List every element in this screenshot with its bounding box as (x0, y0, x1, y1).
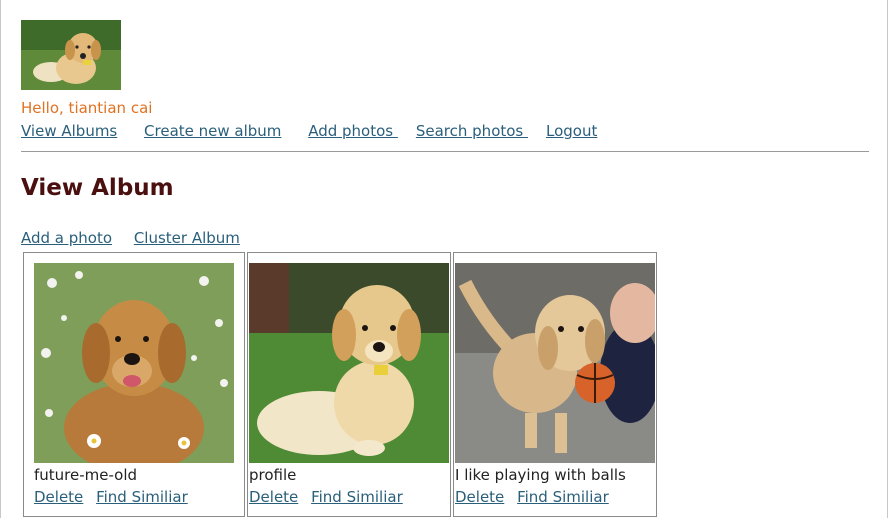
photo-image[interactable] (455, 263, 655, 463)
nav-logout-link[interactable]: Logout (546, 122, 597, 140)
photo-actions: Delete Find Similiar (455, 488, 617, 506)
find-similar-link[interactable]: Find Similiar (517, 488, 609, 506)
photo-actions: Delete Find Similiar (249, 488, 411, 506)
album-actions: Add a photo Cluster Album (21, 229, 257, 247)
photo-card: profile Delete Find Similiar (247, 252, 451, 517)
header-divider (21, 151, 869, 152)
photo-card: future-me-old Delete Find Similiar (23, 252, 245, 517)
user-greeting: Hello, tiantian cai (21, 99, 153, 117)
nav-search-photos-link[interactable]: Search photos (416, 122, 528, 140)
photo-grid: future-me-old Delete Find Similiar profi… (23, 252, 659, 517)
user-avatar (21, 20, 121, 90)
delete-photo-link[interactable]: Delete (249, 488, 298, 506)
nav-create-album-link[interactable]: Create new album (144, 122, 281, 140)
photo-caption: future-me-old (34, 466, 138, 484)
page-title: View Album (21, 175, 174, 201)
add-photo-link[interactable]: Add a photo (21, 229, 112, 247)
delete-photo-link[interactable]: Delete (455, 488, 504, 506)
photo-caption: profile (249, 466, 297, 484)
photo-actions: Delete Find Similiar (34, 488, 196, 506)
find-similar-link[interactable]: Find Similiar (311, 488, 403, 506)
nav-add-photos-link[interactable]: Add photos (308, 122, 398, 140)
photo-image[interactable] (249, 263, 449, 463)
find-similar-link[interactable]: Find Similiar (96, 488, 188, 506)
photo-card: I like playing with balls Delete Find Si… (453, 252, 657, 517)
top-nav: View Albums Create new album Add photos … (21, 122, 619, 140)
delete-photo-link[interactable]: Delete (34, 488, 83, 506)
photo-caption: I like playing with balls (455, 466, 626, 484)
cluster-album-link[interactable]: Cluster Album (134, 229, 240, 247)
photo-image[interactable] (34, 263, 234, 463)
nav-view-albums-link[interactable]: View Albums (21, 122, 117, 140)
